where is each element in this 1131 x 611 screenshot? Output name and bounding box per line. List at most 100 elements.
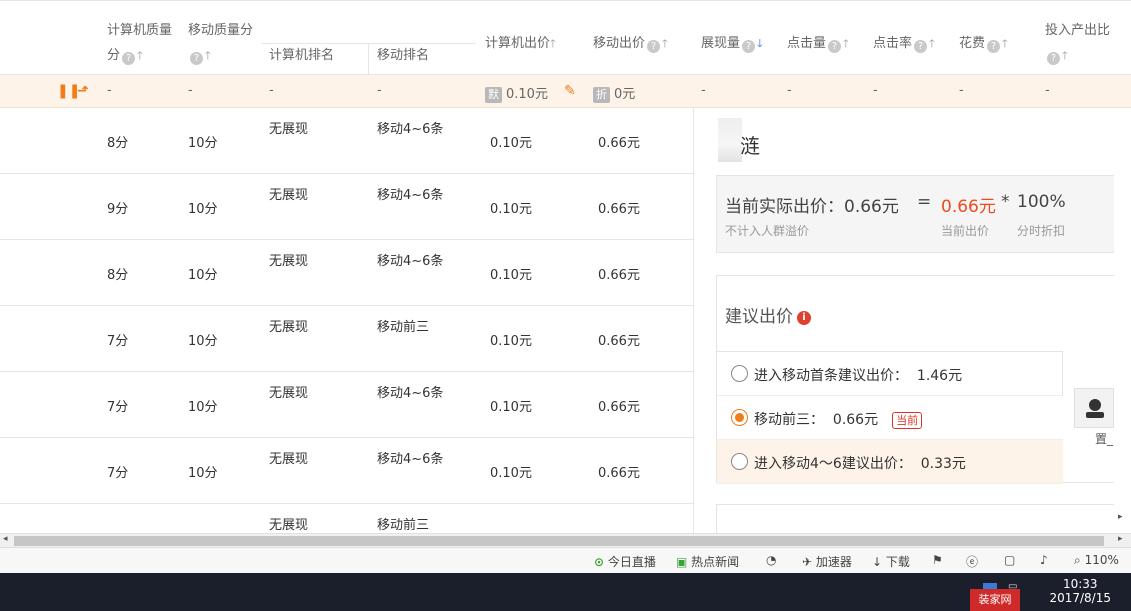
cell-mobile-bid[interactable]: 0.66元 xyxy=(598,330,640,349)
help-icon[interactable]: ? xyxy=(1047,52,1060,65)
col-mobile-bid-label: 移动出价 xyxy=(593,36,646,51)
summary-mobile-quality: - xyxy=(188,83,193,98)
discount-tag: 折 xyxy=(593,87,610,103)
help-icon[interactable]: ? xyxy=(647,40,661,53)
radio-button[interactable] xyxy=(731,365,748,382)
cell-pc-bid[interactable]: 0.10元 xyxy=(490,132,532,151)
summary-pc-rank: - xyxy=(269,83,274,98)
current-badge: 当前 xyxy=(892,412,923,429)
horizontal-scrollbar[interactable]: ◂ ▸ xyxy=(0,533,1131,547)
sort-up-icon[interactable]: 🡑 xyxy=(137,43,143,68)
col-clicks[interactable]: 点击量? 🡑 xyxy=(787,31,849,56)
info-icon[interactable]: i xyxy=(797,311,811,325)
table-row[interactable]: 无展现 移动前三 xyxy=(0,504,693,533)
table-row[interactable]: 9分 10分 无展现 移动4~6条 0.10元 0.66元 xyxy=(0,174,693,240)
sound-icon[interactable]: ♪ xyxy=(1040,553,1048,567)
system-clock[interactable]: 10:33 2017/8/15 xyxy=(1049,577,1111,605)
cell-mobile-bid[interactable]: 0.66元 xyxy=(598,396,640,415)
download-button[interactable]: ↓ 下载 xyxy=(872,553,910,570)
col-pc-bid[interactable]: 计算机出价🡑 xyxy=(485,31,556,56)
col-cost[interactable]: 花费? 🡑 xyxy=(959,31,1008,56)
bid-option-value: 0.66元 xyxy=(832,412,879,428)
help-icon[interactable]: ? xyxy=(122,52,136,65)
sort-up-icon[interactable]: 🡑 xyxy=(929,31,935,56)
cell-mobile-rank: 移动4~6条 xyxy=(377,452,444,467)
bid-option-first[interactable]: 进入移动首条建议出价： 1.46元 xyxy=(717,352,1063,396)
help-icon[interactable]: ? xyxy=(742,40,756,53)
sort-up-icon[interactable]: 🡑 xyxy=(205,43,211,68)
table-row[interactable]: 7分 10分 无展现 移动前三 0.10元 0.66元 xyxy=(0,306,693,372)
col-pc-bid-label: 计算机出价 xyxy=(485,36,551,51)
help-icon[interactable]: ? xyxy=(190,52,203,65)
radio-button[interactable] xyxy=(731,453,748,470)
col-mobile-bid[interactable]: 移动出价? 🡑 xyxy=(593,31,668,56)
default-tag: 默 xyxy=(485,87,502,103)
table-row[interactable]: 7分 10分 无展现 移动4~6条 0.10元 0.66元 xyxy=(0,372,693,438)
radio-button-selected[interactable] xyxy=(731,409,748,426)
help-icon[interactable]: ? xyxy=(987,40,1001,53)
help-icon[interactable]: ? xyxy=(914,40,928,53)
summary-pc-bid[interactable]: 默 0.10元 xyxy=(485,83,548,103)
col-pc-quality-sub: 分 xyxy=(107,48,121,63)
header-divider xyxy=(368,44,369,75)
cell-mobile-bid[interactable]: 0.66元 xyxy=(598,198,640,217)
flag-icon[interactable]: ⚑ xyxy=(932,553,943,567)
browser-icon[interactable]: ⓔ xyxy=(966,553,978,570)
table-row[interactable]: 8分 10分 无展现 移动4~6条 0.10元 0.66元 xyxy=(0,108,693,174)
scrollbar-thumb[interactable] xyxy=(14,536,1104,546)
cell-mobile-quality: 10分 xyxy=(188,334,218,349)
cell-mobile-quality: 10分 xyxy=(188,202,218,217)
help-icon[interactable]: ? xyxy=(828,40,842,53)
cell-mobile-bid[interactable]: 0.66元 xyxy=(598,264,640,283)
col-impressions-label: 展现量 xyxy=(701,36,741,51)
summary-cost: - xyxy=(959,83,964,98)
scroll-right-icon[interactable]: ▸ xyxy=(1118,534,1123,544)
sort-up-icon[interactable]: 🡑 xyxy=(550,31,556,56)
cell-mobile-quality: 10分 xyxy=(188,268,218,283)
cell-pc-bid[interactable]: 0.10元 xyxy=(490,330,532,349)
news-button[interactable]: ▣ 热点新闻 xyxy=(676,553,739,570)
window-icon[interactable]: ▢ xyxy=(1004,553,1015,567)
actual-bid-label: 当前实际出价：0.66元 xyxy=(725,192,899,217)
suggested-bid-box: 建议出价 i 进入移动首条建议出价： 1.46元 移动前三： 0.66元 当前 进入… xyxy=(716,275,1114,484)
live-button[interactable]: ⊙ 今日直播 xyxy=(594,553,656,570)
accelerator-button[interactable]: ✈ 加速器 xyxy=(802,553,852,570)
sort-up-icon[interactable]: 🡑 xyxy=(662,31,668,56)
col-impressions[interactable]: 展现量? 🡓 xyxy=(701,31,763,56)
sort-up-icon[interactable]: 🡑 xyxy=(843,31,849,56)
col-pc-quality[interactable]: 计算机质量 分? 🡑 xyxy=(107,18,172,68)
scroll-down-arrow-icon[interactable]: ▸ xyxy=(1118,512,1123,522)
cell-mobile-bid[interactable]: 0.66元 xyxy=(598,132,640,151)
col-roi[interactable]: 投入产出比 ? 🡑 xyxy=(1045,18,1110,68)
cell-pc-bid[interactable]: 0.10元 xyxy=(490,462,532,481)
cell-pc-bid[interactable]: 0.10元 xyxy=(490,264,532,283)
time-discount-note: 分时折扣 xyxy=(1017,224,1066,238)
scroll-left-icon[interactable]: ◂ xyxy=(3,534,8,544)
news-icon: ▣ xyxy=(676,555,688,569)
edit-pencil-icon[interactable]: ✎ xyxy=(564,83,576,99)
col-mobile-quality[interactable]: 移动质量分 ? 🡑 xyxy=(188,18,253,68)
table-row[interactable]: 8分 10分 无展现 移动4~6条 0.10元 0.66元 xyxy=(0,240,693,306)
table-row[interactable]: 7分 10分 无展现 移动4~6条 0.10元 0.66元 xyxy=(0,438,693,504)
cell-mobile-bid[interactable]: 0.66元 xyxy=(598,462,640,481)
trend-chart-icon[interactable]: ⬏ xyxy=(77,83,89,99)
col-pc-quality-label: 计算机质量 xyxy=(107,23,173,38)
sort-down-icon[interactable]: 🡓 xyxy=(757,31,763,56)
more-settings-box xyxy=(716,504,1114,533)
speed-icon[interactable]: ◔ xyxy=(766,553,776,567)
col-ctr[interactable]: 点击率? 🡑 xyxy=(873,31,935,56)
sort-up-icon[interactable]: 🡑 xyxy=(1062,43,1068,68)
cell-mobile-rank: 移动4~6条 xyxy=(377,122,444,137)
zoom-control[interactable]: ⌕ 110% xyxy=(1074,553,1119,568)
bid-option-4-6[interactable]: 进入移动4～6建议出价： 0.33元 xyxy=(717,440,1063,484)
crowd-premium-note: 不计入人群溢价 xyxy=(725,224,810,238)
summary-ctr: - xyxy=(873,83,878,98)
windows-taskbar: ▭ 装家网 10:33 2017/8/15 xyxy=(0,573,1131,611)
summary-mobile-bid-value: 0元 xyxy=(614,87,636,102)
bid-option-top3[interactable]: 移动前三： 0.66元 当前 xyxy=(717,396,1063,440)
cell-pc-bid[interactable]: 0.10元 xyxy=(490,396,532,415)
float-service-button[interactable] xyxy=(1074,388,1114,428)
cell-pc-bid[interactable]: 0.10元 xyxy=(490,198,532,217)
bid-option-label: 进入移动4～6建议出价： 0.33元 xyxy=(754,453,966,473)
sort-up-icon[interactable]: 🡑 xyxy=(1002,31,1008,56)
